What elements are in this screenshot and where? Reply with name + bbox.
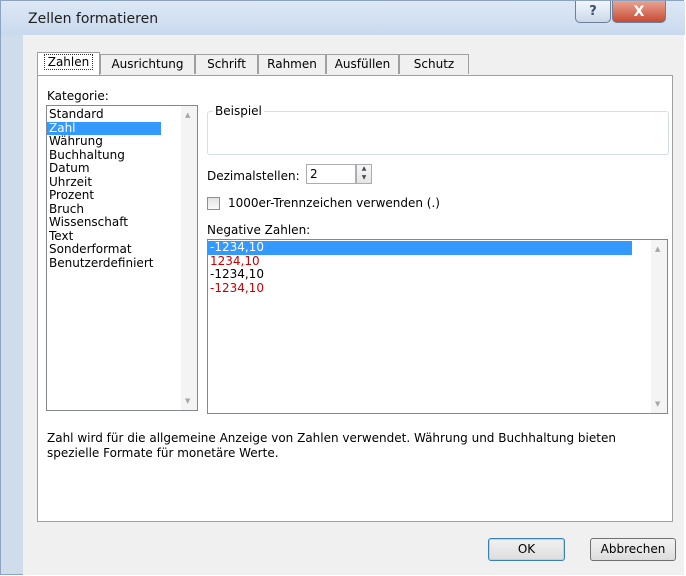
decimals-spinner[interactable]: ▲ ▼: [356, 164, 372, 184]
category-item[interactable]: Datum: [47, 161, 161, 176]
tab-schrift[interactable]: Schrift: [195, 54, 258, 74]
tab-panel-zahlen: Kategorie: Standard Zahl Währung Buchhaltun…: [37, 75, 673, 522]
category-item[interactable]: Bruch: [47, 202, 161, 217]
category-list[interactable]: Standard Zahl Währung Buchhaltung Datum Uhrze…: [46, 105, 198, 411]
tab-ausrichtung[interactable]: Ausrichtung: [100, 54, 195, 74]
description-text: Zahl wird für die allgemeine Anzeige von…: [47, 431, 616, 460]
category-item[interactable]: Wissenschaft: [47, 215, 161, 230]
tab-zahlen[interactable]: Zahlen: [37, 52, 100, 75]
spin-down-icon[interactable]: ▼: [357, 174, 371, 183]
dialog-window: Zellen formatieren ? X Zahlen Ausrichtun…: [0, 0, 685, 575]
spin-up-icon[interactable]: ▲: [357, 165, 371, 174]
scroll-down-icon[interactable]: ▼: [185, 397, 190, 405]
close-icon: X: [633, 3, 645, 20]
ok-button[interactable]: OK: [488, 538, 565, 561]
sample-label: Beispiel: [213, 104, 264, 118]
tab-rahmen[interactable]: Rahmen: [258, 54, 326, 74]
category-item[interactable]: Währung: [47, 134, 161, 149]
thousands-separator-label[interactable]: 1000er-Trennzeichen verwenden (.): [228, 196, 440, 210]
category-item[interactable]: Sonderformat: [47, 242, 161, 257]
help-icon: ?: [589, 4, 597, 19]
category-item[interactable]: Prozent: [47, 188, 161, 203]
negative-numbers-label: Negative Zahlen:: [207, 223, 311, 237]
title-bar[interactable]: Zellen formatieren ? X: [1, 1, 685, 35]
dialog-title: Zellen formatieren: [28, 11, 159, 27]
category-item[interactable]: Buchhaltung: [47, 148, 161, 163]
decimals-input[interactable]: 2: [306, 164, 356, 184]
category-item[interactable]: Text: [47, 229, 161, 244]
sample-groupbox: [207, 111, 669, 155]
help-button[interactable]: ?: [575, 1, 611, 23]
negative-format-item[interactable]: 1234,10: [208, 254, 632, 269]
negative-format-item[interactable]: -1234,10: [208, 267, 632, 282]
category-item[interactable]: Uhrzeit: [47, 175, 161, 190]
category-item[interactable]: Zahl: [47, 121, 161, 135]
thousands-separator-checkbox[interactable]: [207, 197, 220, 210]
negative-scrollbar[interactable]: ▲ ▼: [651, 240, 667, 413]
category-label: Kategorie:: [47, 89, 109, 103]
decimals-label: Dezimalstellen:: [207, 169, 300, 183]
tab-schutz[interactable]: Schutz: [399, 54, 469, 74]
negative-numbers-list[interactable]: -1234,10 1234,10 -1234,10 -1234,10 ▲ ▼: [207, 239, 668, 414]
negative-format-item[interactable]: -1234,10: [208, 240, 632, 255]
dialog-client-area: Zahlen Ausrichtung Schrift Rahmen Ausfül…: [23, 35, 684, 575]
category-item[interactable]: Benutzerdefiniert: [47, 256, 161, 271]
cancel-button[interactable]: Abbrechen: [590, 538, 676, 561]
category-item[interactable]: Standard: [47, 107, 161, 122]
tab-ausfuellen[interactable]: Ausfüllen: [326, 54, 399, 74]
scroll-up-icon[interactable]: ▲: [655, 245, 660, 253]
scroll-down-icon[interactable]: ▼: [655, 400, 660, 408]
close-button[interactable]: X: [612, 1, 666, 23]
scroll-up-icon[interactable]: ▲: [185, 111, 190, 119]
category-scrollbar[interactable]: ▲ ▼: [181, 106, 197, 410]
negative-format-item[interactable]: -1234,10: [208, 281, 632, 296]
